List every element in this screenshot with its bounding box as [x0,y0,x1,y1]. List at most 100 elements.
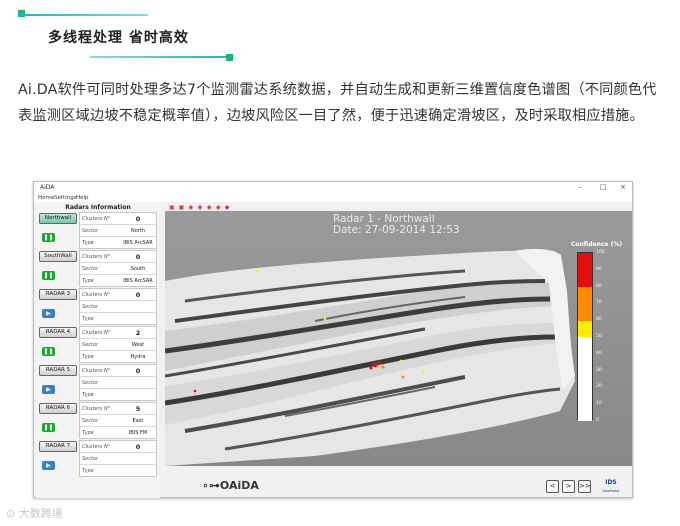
pause-button[interactable]: ❚❚ [42,271,55,280]
legend-tick-label: 70 [596,300,602,306]
viewer-toolbar-icons[interactable]: ▣ ▣ ◉ ◉ ◉ ◉ ◆ [169,204,230,211]
legend-tick-label: 50 [596,334,602,339]
radars-panel-title: Radars Information [65,204,131,211]
radar-item: RADAR 3 ▶ Clusters N° 0 Sector Type [38,288,158,325]
close-button[interactable]: × [620,183,626,191]
radar-item: Northwall ❚❚ Clusters N° 0 Sector North Type IB… [38,212,158,249]
legend-red-segment-2 [578,270,592,287]
legend-red-segment [578,253,592,270]
pause-button[interactable]: ❚❚ [42,233,55,242]
radar-info-table: Clusters N° 2 Sector West Type Hydra [79,326,157,363]
minimize-button[interactable]: – [578,183,582,191]
aida-logo: ∘⊶OAiDA [202,479,259,492]
clusters-row: Clusters N° 5 [80,403,156,415]
clusters-row: Clusters N° 0 [80,441,156,453]
sector-row: Sector South [80,263,156,275]
sector-value: South [130,266,146,272]
last-button[interactable]: >> [578,480,591,493]
heading-line-bottom [90,56,230,58]
sector-row: Sector North [80,225,156,237]
legend-orange-segment [578,287,592,304]
type-value: IBIS ArcSAR [123,278,153,284]
radar-select-button[interactable]: RADAR 4 [39,327,77,338]
radar-date-label: Date: 27-09-2014 12:53 [333,224,460,236]
type-value: IBIS FM [128,430,148,436]
confidence-legend-title: Confidence (%) [571,241,623,248]
pause-button[interactable]: ❚❚ [42,423,55,432]
type-row: Type Hydra [80,351,156,363]
type-label: Type [82,468,94,474]
radar-select-button[interactable]: Northwall [39,213,77,224]
menu-settings[interactable]: Settings [54,195,77,201]
clusters-value: 2 [135,329,141,337]
clusters-label: Clusters N° [82,444,111,450]
menu-home[interactable]: Home [38,195,54,201]
clusters-label: Clusters N° [82,406,111,412]
viewer-3d[interactable]: Radar 1 - Northwall Date: 27-09-2014 12:… [165,211,632,466]
heading-line-top [20,14,148,16]
window-titlebar: AiDA – □ × [34,182,632,193]
menu-bar: Home Settings Help [34,193,632,202]
type-value: IBIS ArcSAR [123,240,153,246]
radar-item: RADAR 4 ❚❚ Clusters N° 2 Sector West Type Hydra [38,326,158,363]
play-button[interactable]: ▶ [42,309,55,318]
sector-label: Sector [82,342,99,348]
legend-tick-label: 100 [596,250,605,255]
radar-info-table: Clusters N° 5 Sector East Type IBIS FM [79,402,157,439]
section-heading: 多线程处理 省时高效 [48,30,189,46]
radar-item: RADAR 7 ▶ Clusters N° 0 Sector Type [38,440,158,477]
radar-select-button[interactable]: RADAR 5 [39,365,77,376]
clusters-value: 0 [135,367,141,375]
type-row: Type IBIS ArcSAR [80,237,156,249]
radar-info-table: Clusters N° 0 Sector Type [79,288,157,325]
sector-value: East [132,418,144,424]
radar-info-table: Clusters N° 0 Sector South Type IBIS ArcSAR [79,250,157,287]
sector-row: Sector West [80,339,156,351]
legend-tick-label: 60 [596,317,602,323]
radar-info-table: Clusters N° 0 Sector Type [79,440,157,477]
type-label: Type [82,430,94,436]
clusters-label: Clusters N° [82,292,111,298]
clusters-label: Clusters N° [82,368,111,374]
article-page: { "heading": "多线程处理 省时高效", "intro": "Ai.… [0,0,680,526]
legend-yellow-segment [578,321,592,337]
terrain-render [165,211,632,466]
sector-label: Sector [82,304,99,310]
radar-select-button[interactable]: RADAR 3 [39,289,77,300]
clusters-row: Clusters N° 0 [80,365,156,377]
legend-tick-label: 0 [596,418,599,423]
legend-tick-label: 30 [596,367,602,373]
legend-orange-segment-2 [578,304,592,321]
clusters-value: 0 [135,253,141,261]
sector-row: Sector [80,377,156,389]
clusters-value: 0 [135,291,141,299]
clusters-label: Clusters N° [82,254,111,260]
clusters-row: Clusters N° 0 [80,251,156,263]
ids-logo-text: IDS [605,479,617,486]
clusters-label: Clusters N° [82,330,111,336]
legend-white-segment [578,337,592,421]
legend-tick-label: 90 [596,266,602,272]
radar-select-button[interactable]: SouthWall [39,251,77,262]
clusters-row: Clusters N° 2 [80,327,156,339]
pause-button[interactable]: ❚❚ [42,347,55,356]
radar-select-button[interactable]: RADAR 7 [39,441,77,452]
radar-item: RADAR 5 ▶ Clusters N° 0 Sector Type [38,364,158,401]
play-button[interactable]: ▶ [42,385,55,394]
prev-button[interactable]: < [546,480,559,493]
play-button[interactable]: ▶ [42,461,55,470]
type-row: Type [80,389,156,401]
radar-info-table: Clusters N° 0 Sector North Type IBIS ArcSAR [79,212,157,249]
clusters-label: Clusters N° [82,216,111,222]
radar-item: RADAR 6 ❚❚ Clusters N° 5 Sector East Type IBIS … [38,402,158,439]
menu-help[interactable]: Help [76,195,89,201]
next-button[interactable]: > [562,480,575,493]
sector-label: Sector [82,380,99,386]
type-label: Type [82,240,94,246]
type-label: Type [82,278,94,284]
maximize-button[interactable]: □ [600,183,607,191]
intro-paragraph: Ai.DA软件可同时处理多达7个监测雷达系统数据，并自动生成和更新三维置信度色谱… [18,82,657,124]
radar-select-button[interactable]: RADAR 6 [39,403,77,414]
ids-georadar-logo: IDS GeoRadar [596,479,626,494]
legend-tick-label: 20 [596,384,602,390]
